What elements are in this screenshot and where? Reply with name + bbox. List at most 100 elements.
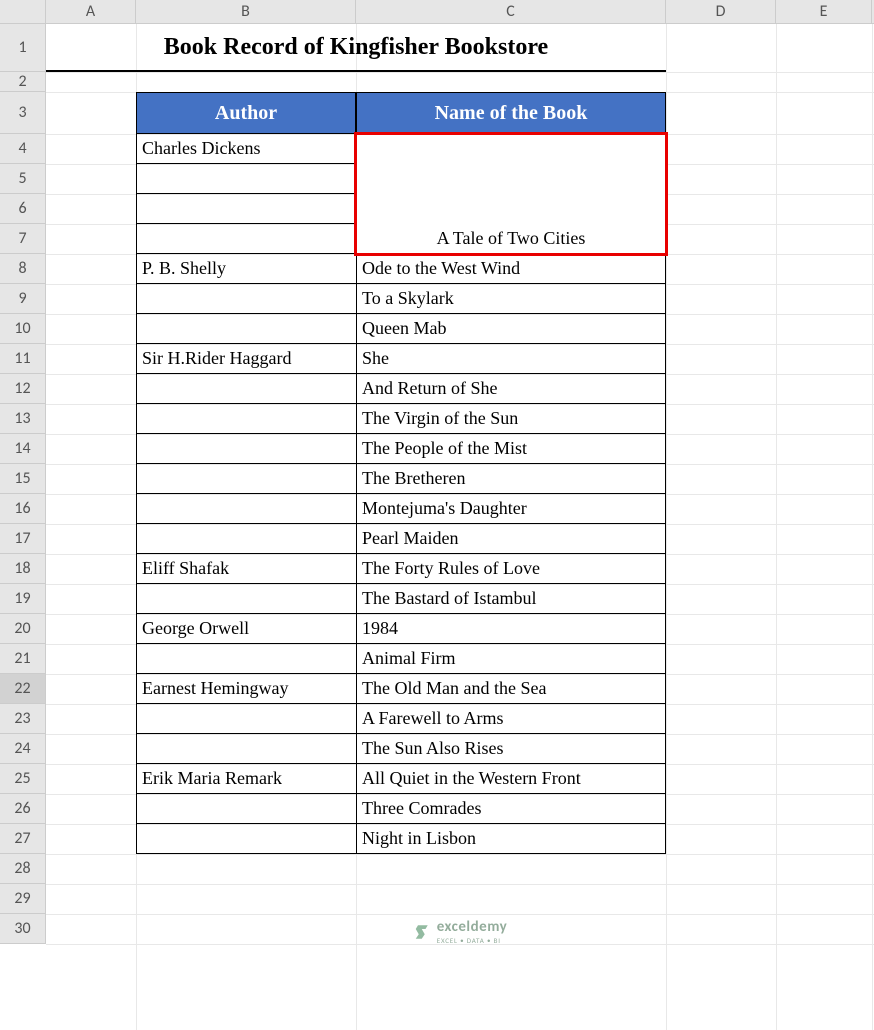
row-header-7[interactable]: 7: [0, 224, 46, 254]
column-header-c[interactable]: C: [356, 0, 666, 23]
cell-author[interactable]: [136, 644, 356, 674]
row-header-6[interactable]: 6: [0, 194, 46, 224]
cell-author[interactable]: [136, 284, 356, 314]
cell-author[interactable]: [136, 224, 356, 254]
row-header-14[interactable]: 14: [0, 434, 46, 464]
exceldemy-logo-icon: [413, 923, 431, 941]
cell-book[interactable]: Ode to the West Wind: [356, 254, 666, 284]
cell-author[interactable]: P. B. Shelly: [136, 254, 356, 284]
column-header-e[interactable]: E: [776, 0, 872, 23]
table-row: Montejuma's Daughter: [136, 494, 666, 524]
spreadsheet-grid: A B C D E 123456789101112131415161718192…: [0, 0, 874, 1030]
cell-book[interactable]: The Forty Rules of Love: [356, 554, 666, 584]
cell-author[interactable]: [136, 704, 356, 734]
row-header-26[interactable]: 26: [0, 794, 46, 824]
cell-author[interactable]: [136, 584, 356, 614]
cell-book[interactable]: The Bastard of Istambul: [356, 584, 666, 614]
column-header-a[interactable]: A: [46, 0, 136, 23]
table-row: Erik Maria RemarkAll Quiet in the Wester…: [136, 764, 666, 794]
cell-author[interactable]: Charles Dickens: [136, 134, 356, 164]
row-header-27[interactable]: 27: [0, 824, 46, 854]
cell-author[interactable]: [136, 794, 356, 824]
sheet-area[interactable]: Book Record of Kingfisher Bookstore Auth…: [46, 24, 874, 1030]
row-header-15[interactable]: 15: [0, 464, 46, 494]
cell-book[interactable]: The Old Man and the Sea: [356, 674, 666, 704]
cell-book[interactable]: Night in Lisbon: [356, 824, 666, 854]
row-header-22[interactable]: 22: [0, 674, 46, 704]
gridline: [46, 884, 874, 885]
row-header-18[interactable]: 18: [0, 554, 46, 584]
row-header-5[interactable]: 5: [0, 164, 46, 194]
row-header-30[interactable]: 30: [0, 914, 46, 944]
cell-book[interactable]: Animal Firm: [356, 644, 666, 674]
watermark-tagline: EXCEL • DATA • BI: [437, 936, 508, 945]
cell-book[interactable]: All Quiet in the Western Front: [356, 764, 666, 794]
cell-book[interactable]: Queen Mab: [356, 314, 666, 344]
cell-book[interactable]: The Virgin of the Sun: [356, 404, 666, 434]
cell-book[interactable]: Montejuma's Daughter: [356, 494, 666, 524]
gridline: [46, 914, 874, 915]
table-row: Animal Firm: [136, 644, 666, 674]
cell-author[interactable]: [136, 194, 356, 224]
gridline: [872, 24, 873, 1030]
cell-author[interactable]: [136, 434, 356, 464]
table-body: A Tale of Two Cities Charles Dickens P. B…: [136, 134, 666, 854]
row-header-12[interactable]: 12: [0, 374, 46, 404]
cell-book[interactable]: She: [356, 344, 666, 374]
cell-author[interactable]: Eliff Shafak: [136, 554, 356, 584]
row-header-11[interactable]: 11: [0, 344, 46, 374]
cell-author[interactable]: George Orwell: [136, 614, 356, 644]
row-header-13[interactable]: 13: [0, 404, 46, 434]
cell-author[interactable]: [136, 494, 356, 524]
table-row: P. B. ShellyOde to the West Wind: [136, 254, 666, 284]
cell-book[interactable]: To a Skylark: [356, 284, 666, 314]
cell-book[interactable]: Three Comrades: [356, 794, 666, 824]
row-header-25[interactable]: 25: [0, 764, 46, 794]
cell-author[interactable]: [136, 524, 356, 554]
column-header-b[interactable]: B: [136, 0, 356, 23]
row-header-9[interactable]: 9: [0, 284, 46, 314]
cell-book[interactable]: Pearl Maiden: [356, 524, 666, 554]
cell-book[interactable]: The Sun Also Rises: [356, 734, 666, 764]
row-header-19[interactable]: 19: [0, 584, 46, 614]
page-title[interactable]: Book Record of Kingfisher Bookstore: [46, 24, 666, 72]
cell-author[interactable]: [136, 824, 356, 854]
row-header-23[interactable]: 23: [0, 704, 46, 734]
cell-author[interactable]: [136, 374, 356, 404]
select-all-corner[interactable]: [0, 0, 46, 23]
table-row: A Farewell to Arms: [136, 704, 666, 734]
row-header-28[interactable]: 28: [0, 854, 46, 884]
cell-book[interactable]: A Farewell to Arms: [356, 704, 666, 734]
cell-author[interactable]: [136, 464, 356, 494]
row-header-17[interactable]: 17: [0, 524, 46, 554]
row-header-29[interactable]: 29: [0, 884, 46, 914]
row-header-3[interactable]: 3: [0, 92, 46, 134]
header-author[interactable]: Author: [136, 92, 356, 134]
row-header-16[interactable]: 16: [0, 494, 46, 524]
cell-author[interactable]: [136, 404, 356, 434]
column-header-d[interactable]: D: [666, 0, 776, 23]
cell-book[interactable]: The Bretheren: [356, 464, 666, 494]
row-header-8[interactable]: 8: [0, 254, 46, 284]
header-book[interactable]: Name of the Book: [356, 92, 666, 134]
row-header-21[interactable]: 21: [0, 644, 46, 674]
cell-book[interactable]: The People of the Mist: [356, 434, 666, 464]
gridline: [776, 24, 777, 1030]
cell-author[interactable]: [136, 164, 356, 194]
row-header-2[interactable]: 2: [0, 72, 46, 92]
cell-book[interactable]: And Return of She: [356, 374, 666, 404]
row-header-10[interactable]: 10: [0, 314, 46, 344]
table-row: To a Skylark: [136, 284, 666, 314]
cell-author[interactable]: [136, 734, 356, 764]
row-header-24[interactable]: 24: [0, 734, 46, 764]
cell-author[interactable]: Erik Maria Remark: [136, 764, 356, 794]
cell-author[interactable]: Earnest Hemingway: [136, 674, 356, 704]
cell-book[interactable]: 1984: [356, 614, 666, 644]
merged-cell-c4-c7[interactable]: A Tale of Two Cities: [356, 134, 666, 254]
cell-author[interactable]: [136, 314, 356, 344]
row-header-1[interactable]: 1: [0, 24, 46, 72]
row-header-20[interactable]: 20: [0, 614, 46, 644]
cell-author[interactable]: Sir H.Rider Haggard: [136, 344, 356, 374]
gridline: [666, 24, 667, 1030]
row-header-4[interactable]: 4: [0, 134, 46, 164]
